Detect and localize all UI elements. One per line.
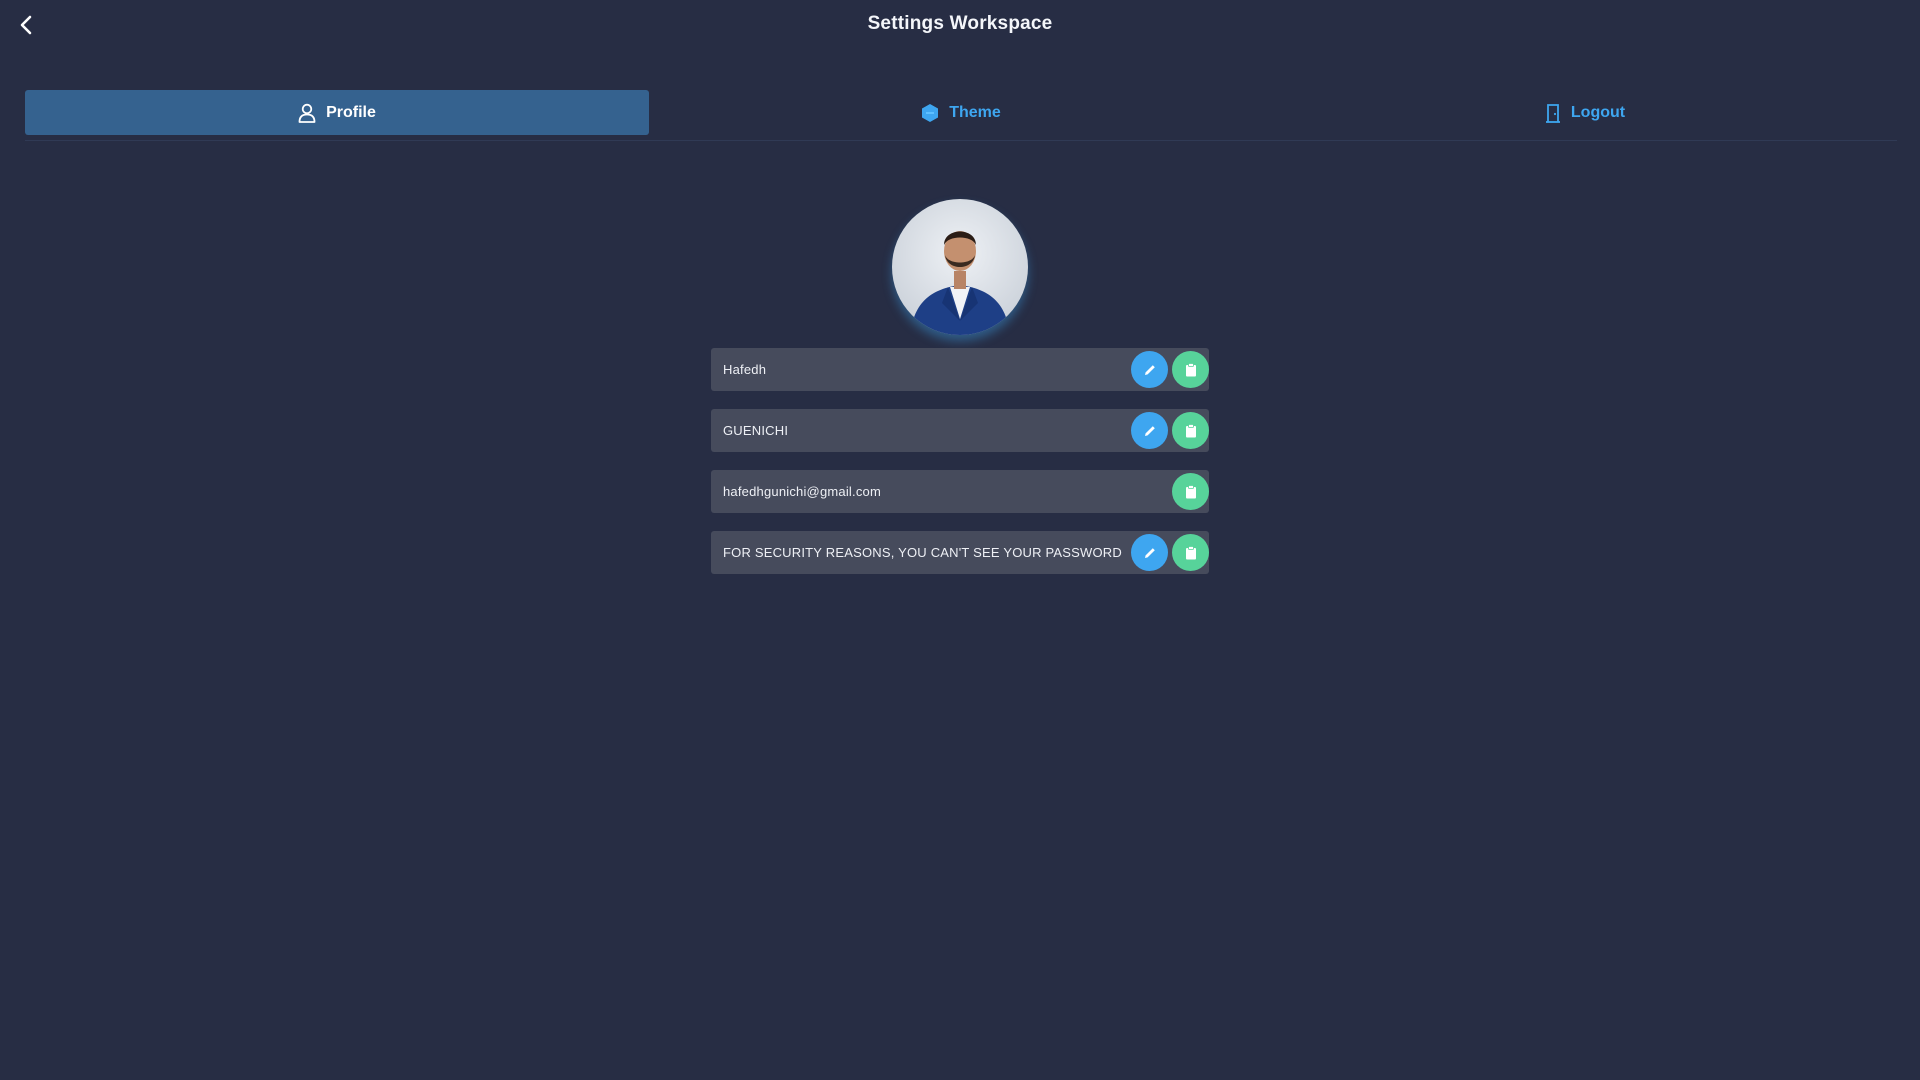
first-name-field[interactable]: Hafedh — [711, 348, 1209, 391]
copy-first-name-button[interactable] — [1172, 351, 1209, 388]
tab-label: Logout — [1570, 103, 1626, 121]
last-name-field[interactable]: GUENICHI — [711, 409, 1209, 452]
pencil-icon — [1144, 547, 1155, 558]
password-field[interactable]: FOR SECURITY REASONS, YOU CAN'T SEE YOUR… — [711, 531, 1209, 574]
clipboard-icon — [1185, 423, 1196, 437]
door-icon — [1545, 103, 1560, 123]
tab-profile[interactable]: Profile — [25, 90, 649, 135]
copy-password-button[interactable] — [1172, 534, 1209, 571]
page-title: Settings Workspace — [867, 13, 1053, 34]
first-name-value: Hafedh — [723, 362, 767, 377]
copy-last-name-button[interactable] — [1172, 412, 1209, 449]
email-field[interactable]: hafedhgunichi@gmail.com — [711, 470, 1209, 513]
tab-theme[interactable]: Theme — [649, 90, 1273, 135]
pencil-icon — [1144, 425, 1155, 436]
tab-bar: Profile Theme Logout — [25, 90, 1897, 141]
email-value: hafedhgunichi@gmail.com — [723, 484, 881, 499]
profile-panel: Hafedh GUENICHI hafedhgunichi@gmail.com … — [711, 199, 1209, 592]
tab-logout[interactable]: Logout — [1273, 90, 1897, 135]
tab-label: Profile — [326, 103, 376, 121]
avatar-photo — [910, 231, 1010, 335]
pencil-icon — [1144, 364, 1155, 375]
edit-first-name-button[interactable] — [1131, 351, 1168, 388]
clipboard-icon — [1185, 484, 1196, 498]
header: Settings Workspace — [0, 0, 1920, 52]
password-value: FOR SECURITY REASONS, YOU CAN'T SEE YOUR… — [723, 545, 1122, 560]
clipboard-icon — [1185, 545, 1196, 559]
user-icon — [298, 103, 316, 123]
hexagon-icon — [922, 103, 939, 122]
copy-email-button[interactable] — [1172, 473, 1209, 510]
avatar[interactable] — [892, 199, 1028, 335]
edit-password-button[interactable] — [1131, 534, 1168, 571]
edit-last-name-button[interactable] — [1131, 412, 1168, 449]
last-name-value: GUENICHI — [723, 423, 789, 438]
tab-label: Theme — [949, 103, 1001, 121]
clipboard-icon — [1185, 362, 1196, 376]
